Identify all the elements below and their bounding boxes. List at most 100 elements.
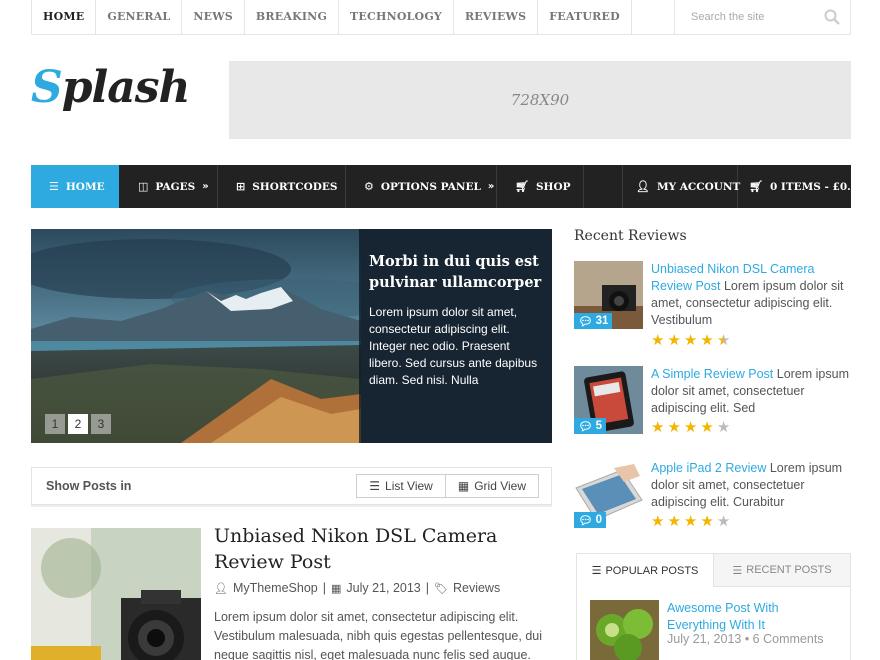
star-icon: ★ — [667, 331, 681, 349]
star-empty-icon: ★ — [716, 418, 731, 436]
star-icon: ★ — [651, 331, 665, 349]
view-buttons: ☰ List View ▦ Grid View — [356, 474, 539, 498]
mainnav-item-home[interactable]: ☰ HOME — [31, 165, 119, 208]
mainnav-options-label: OPTIONS PANEL — [380, 180, 481, 193]
tab-header: ☰ POPULAR POSTS ☰ RECENT POSTS — [577, 554, 850, 587]
review-text: Unbiased Nikon DSL Camera Review Post Lo… — [651, 261, 851, 329]
topnav-item-breaking[interactable]: BREAKING — [245, 0, 340, 34]
star-empty-icon: ★ — [716, 512, 731, 530]
meta-separator: | — [425, 581, 429, 595]
list-icon: ☰ — [591, 564, 602, 577]
user-icon: 👤︎ — [636, 180, 650, 193]
star-rating: ★ ★ ★ ★ ★ — [651, 512, 730, 530]
chevron-right-icon: » — [487, 181, 495, 192]
gears-icon: ⚙ — [364, 180, 374, 193]
list-icon: ☰ — [369, 479, 381, 493]
slide-dot-2[interactable]: 2 — [68, 414, 88, 434]
search-icon[interactable] — [824, 9, 840, 25]
grid-view-label: Grid View — [474, 479, 526, 493]
featured-slider[interactable]: Morbi in dui quis est pulvinar ullamcorp… — [31, 229, 552, 443]
mainnav-account-label: MY ACCOUNT — [656, 180, 741, 193]
comment-count-badge[interactable]: 💬︎ 0 — [574, 512, 607, 528]
star-rating: ★ ★ ★ ★ ★ — [651, 418, 730, 436]
comment-count-badge[interactable]: 💬︎ 31 — [574, 313, 613, 329]
slider-pagination: 1 2 3 — [45, 414, 111, 434]
star-icon: ★ — [683, 512, 698, 530]
meta-separator: | — [322, 581, 326, 595]
tab-popular-posts[interactable]: ☰ POPULAR POSTS — [577, 554, 714, 587]
site-logo[interactable]: Splash — [31, 62, 191, 113]
star-icon: ★ — [651, 512, 665, 530]
star-icon: ★ — [700, 418, 714, 436]
ad-banner[interactable]: 728X90 — [229, 61, 851, 139]
mainnav-cart-label: 0 ITEMS - £0.00 — [769, 180, 866, 193]
grid-icon: ▦ — [457, 479, 470, 493]
topnav-item-reviews[interactable]: REVIEWS — [454, 0, 539, 34]
cart-icon: 🛒︎ — [749, 180, 763, 193]
search-box — [674, 0, 850, 34]
mainnav-item-shortcodes[interactable]: ⊞ SHORTCODES — [218, 165, 346, 208]
mainnav-item-cart[interactable]: 🛒︎ 0 ITEMS - £0.00 — [738, 165, 865, 208]
comment-icon: 💬︎ — [578, 316, 593, 328]
tab-recent-posts[interactable]: ☰ RECENT POSTS — [714, 554, 850, 587]
comment-count: 0 — [595, 514, 603, 526]
tab-recent-label: RECENT POSTS — [746, 564, 832, 576]
topnav-item-general[interactable]: GENERAL — [96, 0, 183, 34]
grid-view-button[interactable]: ▦ Grid View — [444, 475, 538, 497]
comment-icon: 💬︎ — [578, 515, 593, 527]
view-toggle-bar: Show Posts in ☰ List View ▦ Grid View — [31, 467, 552, 505]
review-thumbnail[interactable]: 💬︎ 31 — [574, 261, 643, 329]
slide-title[interactable]: Morbi in dui quis est pulvinar ullamcorp… — [369, 251, 542, 293]
post-meta: 👤︎ MyThemeShop | ▦ July 21, 2013 | 🏷︎ Re… — [214, 581, 500, 595]
list-icon: ☰ — [732, 563, 743, 577]
popular-post-thumbnail[interactable] — [590, 600, 659, 660]
posts-tabs-widget: ☰ POPULAR POSTS ☰ RECENT POSTS Awesome P… — [576, 553, 851, 660]
main-navigation: ☰ HOME ◫ PAGES » ⊞ SHORTCODES ⚙ OPTIONS … — [31, 165, 865, 208]
post-thumbnail[interactable] — [31, 528, 201, 660]
review-link[interactable]: Apple iPad 2 Review — [651, 461, 766, 475]
review-link[interactable]: A Simple Review Post — [651, 367, 773, 381]
nav-spacer — [584, 165, 623, 208]
list-view-button[interactable]: ☰ List View — [357, 475, 445, 497]
post-title[interactable]: Unbiased Nikon DSL Camera Review Post — [214, 523, 554, 575]
topnav-item-technology[interactable]: TECHNOLOGY — [339, 0, 454, 34]
mainnav-item-my-account[interactable]: 👤︎ MY ACCOUNT — [623, 165, 741, 208]
review-thumbnail[interactable]: 💬︎ 0 — [574, 460, 643, 528]
mainnav-home-label: HOME — [65, 180, 105, 193]
star-icon: ★ — [683, 331, 698, 349]
search-input[interactable] — [691, 11, 811, 23]
post-category[interactable]: Reviews — [453, 581, 500, 595]
slide-text: Lorem ipsum dolor sit amet, consectetur … — [369, 305, 538, 387]
cart-icon: 🛒︎ — [515, 180, 529, 193]
review-text: Apple iPad 2 Review Lorem ipsum dolor si… — [651, 460, 851, 511]
recent-reviews-heading: Recent Reviews — [574, 228, 687, 244]
popular-post-meta: July 21, 2013 • 6 Comments — [667, 632, 824, 646]
comment-count: 31 — [595, 315, 609, 327]
user-icon: 👤︎ — [214, 581, 228, 595]
tab-popular-label: POPULAR POSTS — [605, 564, 699, 577]
list-view-label: List View — [385, 479, 433, 493]
review-thumbnail[interactable]: 💬︎ 5 — [574, 366, 643, 434]
mainnav-item-options-panel[interactable]: ⚙ OPTIONS PANEL » — [346, 165, 497, 208]
comment-count: 5 — [595, 420, 603, 432]
post-author[interactable]: MyThemeShop — [233, 581, 318, 595]
slide-dot-3[interactable]: 3 — [91, 414, 111, 434]
logo-text: plash — [61, 62, 191, 113]
topnav-item-featured[interactable]: FEATURED — [538, 0, 632, 34]
slide-dot-1[interactable]: 1 — [45, 414, 65, 434]
mainnav-item-shop[interactable]: 🛒︎ SHOP — [497, 165, 584, 208]
star-icon: ★ — [667, 512, 681, 530]
topnav-item-news[interactable]: NEWS — [182, 0, 245, 34]
menu-icon: ☰ — [49, 180, 59, 193]
banner-size-label: 728X90 — [510, 91, 570, 109]
mainnav-item-pages[interactable]: ◫ PAGES » — [119, 165, 218, 208]
post-excerpt: Lorem ipsum dolor sit amet, consectetur … — [214, 610, 542, 660]
logo-initial: S — [31, 62, 63, 113]
star-icon: ★ — [651, 418, 665, 436]
columns-icon: ◫ — [138, 180, 149, 193]
show-posts-label: Show Posts in — [46, 479, 132, 493]
star-half-icon: ★ — [716, 331, 731, 349]
popular-post-title[interactable]: Awesome Post With Everything With It — [667, 600, 837, 634]
topnav-item-home[interactable]: HOME — [32, 0, 97, 34]
comment-count-badge[interactable]: 💬︎ 5 — [574, 418, 607, 434]
